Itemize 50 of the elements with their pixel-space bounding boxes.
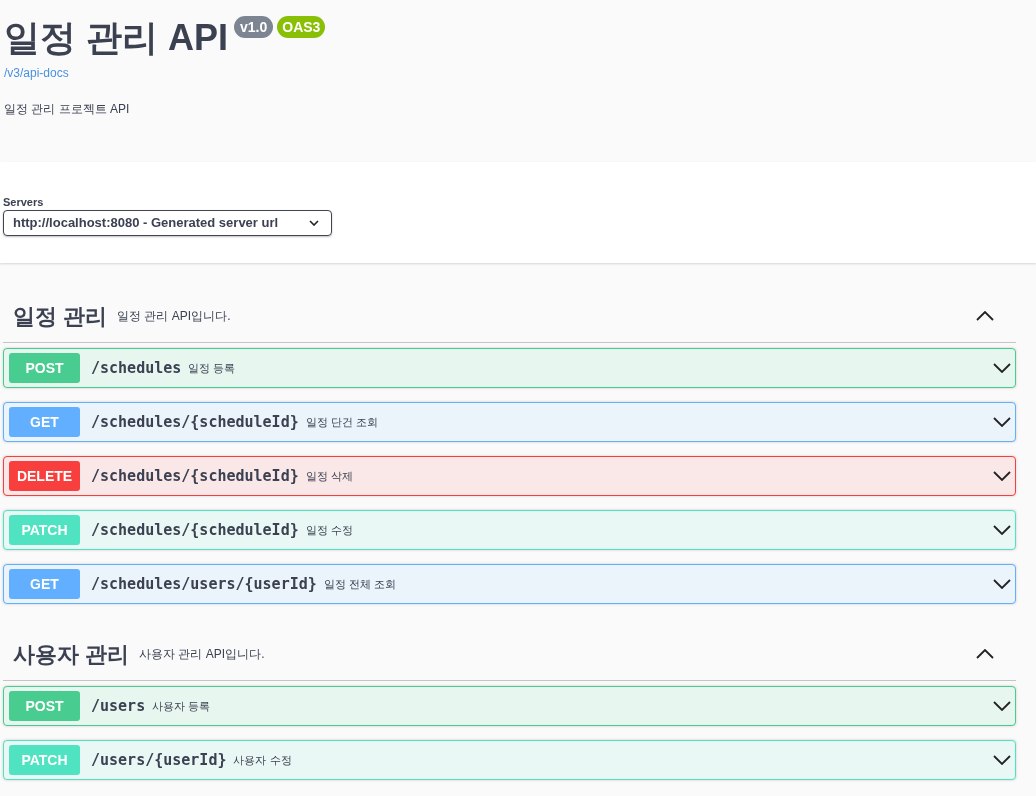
- chevron-down-icon[interactable]: [993, 579, 1011, 589]
- version-badge: v1.0: [234, 16, 274, 38]
- operation-path: /schedules/{scheduleId}: [91, 465, 299, 487]
- operation-summary: 일정 전체 조회: [323, 576, 397, 592]
- chevron-down-icon[interactable]: [993, 701, 1011, 711]
- chevron-down-icon[interactable]: [993, 755, 1011, 765]
- method-badge: DELETE: [9, 461, 80, 491]
- api-title: 일정 관리 API: [4, 16, 228, 60]
- operation-summary: 사용자 수정: [233, 752, 293, 768]
- operation-path: /users/{userId}: [91, 749, 227, 771]
- method-badge: POST: [9, 353, 80, 383]
- operation-row[interactable]: PATCH /schedules/{scheduleId} 일정 수정: [3, 510, 1016, 550]
- operation-summary: 일정 등록: [188, 360, 237, 376]
- operation-summary: 사용자 등록: [152, 698, 212, 714]
- operation-summary: 일정 삭제: [305, 468, 354, 484]
- chevron-down-icon[interactable]: [993, 417, 1011, 427]
- operation-path: /schedules/{scheduleId}: [91, 411, 299, 433]
- operation-summary: 일정 수정: [305, 522, 354, 538]
- operation-path: /schedules/users/{userId}: [91, 573, 317, 595]
- tag-description: 사용자 관리 API입니다.: [139, 646, 266, 663]
- tag-name: 일정 관리: [13, 302, 108, 331]
- tag-name: 사용자 관리: [13, 640, 130, 669]
- tag-header[interactable]: 일정 관리 일정 관리 API입니다.: [3, 290, 1016, 343]
- tag-header[interactable]: 사용자 관리 사용자 관리 API입니다.: [3, 628, 1016, 681]
- chevron-down-icon[interactable]: [993, 525, 1011, 535]
- method-badge: PATCH: [9, 745, 80, 775]
- servers-label: Servers: [3, 196, 44, 209]
- method-badge: GET: [9, 569, 80, 599]
- operation-row[interactable]: GET /schedules/{scheduleId} 일정 단건 조회: [3, 402, 1016, 442]
- operation-path: /schedules/{scheduleId}: [91, 519, 299, 541]
- api-description: 일정 관리 프로젝트 API: [4, 101, 131, 118]
- operation-row[interactable]: POST /schedules 일정 등록: [3, 348, 1016, 388]
- operation-summary: 일정 단건 조회: [305, 414, 379, 430]
- method-badge: GET: [9, 407, 80, 437]
- operation-row[interactable]: GET /schedules/users/{userId} 일정 전체 조회: [3, 564, 1016, 604]
- chevron-down-icon: [309, 220, 319, 226]
- tag-description: 일정 관리 API입니다.: [117, 308, 232, 325]
- chevron-down-icon[interactable]: [993, 363, 1011, 373]
- oas-badge: OAS3: [277, 16, 326, 38]
- operation-row[interactable]: POST /users 사용자 등록: [3, 686, 1016, 726]
- method-badge: PATCH: [9, 515, 80, 545]
- chevron-up-icon[interactable]: [976, 649, 994, 659]
- operation-row[interactable]: PATCH /users/{userId} 사용자 수정: [3, 740, 1016, 780]
- server-select[interactable]: http://localhost:8080 - Generated server url: [3, 210, 332, 236]
- chevron-down-icon[interactable]: [993, 471, 1011, 481]
- operation-path: /schedules: [91, 357, 182, 379]
- chevron-up-icon[interactable]: [976, 311, 994, 321]
- method-badge: POST: [9, 691, 80, 721]
- operation-row[interactable]: DELETE /schedules/{scheduleId} 일정 삭제: [3, 456, 1016, 496]
- operation-path: /users: [91, 695, 146, 717]
